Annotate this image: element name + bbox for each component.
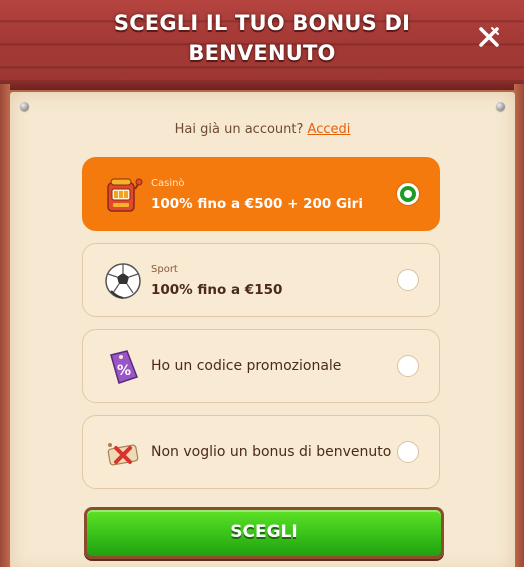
modal-title: SCEGLI IL TUO BONUS DI BENVENUTO	[113, 11, 411, 65]
cancel-scroll-icon	[103, 433, 143, 473]
percent-tag-icon: %	[103, 347, 143, 387]
option-category: Casinò	[151, 178, 185, 189]
radio-unselected[interactable]	[397, 269, 419, 291]
bonus-option-casino[interactable]: Casinò 100% fino a €500 + 200 Giri	[82, 157, 440, 231]
radio-unselected[interactable]	[397, 441, 419, 463]
slot-machine-icon	[103, 175, 143, 215]
svg-text:%: %	[117, 363, 131, 379]
bonus-option-sport[interactable]: Sport 100% fino a €150	[82, 243, 440, 317]
parchment-panel: Hai già un account? Accedi Casinò 100% f…	[10, 92, 515, 567]
radio-unselected[interactable]	[397, 355, 419, 377]
option-category: Sport	[151, 264, 178, 275]
bonus-option-no-bonus[interactable]: Non voglio un bonus di benvenuto	[82, 415, 440, 489]
choose-button[interactable]: SCEGLI	[84, 507, 444, 559]
login-prompt: Hai già un account? Accedi	[10, 122, 515, 137]
wood-frame-left	[0, 84, 10, 567]
option-label: Ho un codice promozionale	[151, 358, 342, 374]
soccer-ball-icon	[103, 261, 143, 301]
option-label: 100% fino a €150	[151, 282, 283, 298]
option-label: Non voglio un bonus di benvenuto	[151, 444, 392, 460]
pin-icon	[20, 102, 29, 111]
radio-selected[interactable]	[397, 183, 419, 205]
pin-icon	[496, 102, 505, 111]
login-link[interactable]: Accedi	[308, 122, 351, 137]
login-prompt-text: Hai già un account?	[174, 122, 304, 137]
wood-frame-right	[514, 84, 524, 567]
header-bar: SCEGLI IL TUO BONUS DI BENVENUTO	[0, 0, 524, 90]
close-icon[interactable]	[476, 24, 502, 50]
bonus-option-promo-code[interactable]: % Ho un codice promozionale	[82, 329, 440, 403]
option-label: 100% fino a €500 + 200 Giri	[151, 196, 363, 212]
